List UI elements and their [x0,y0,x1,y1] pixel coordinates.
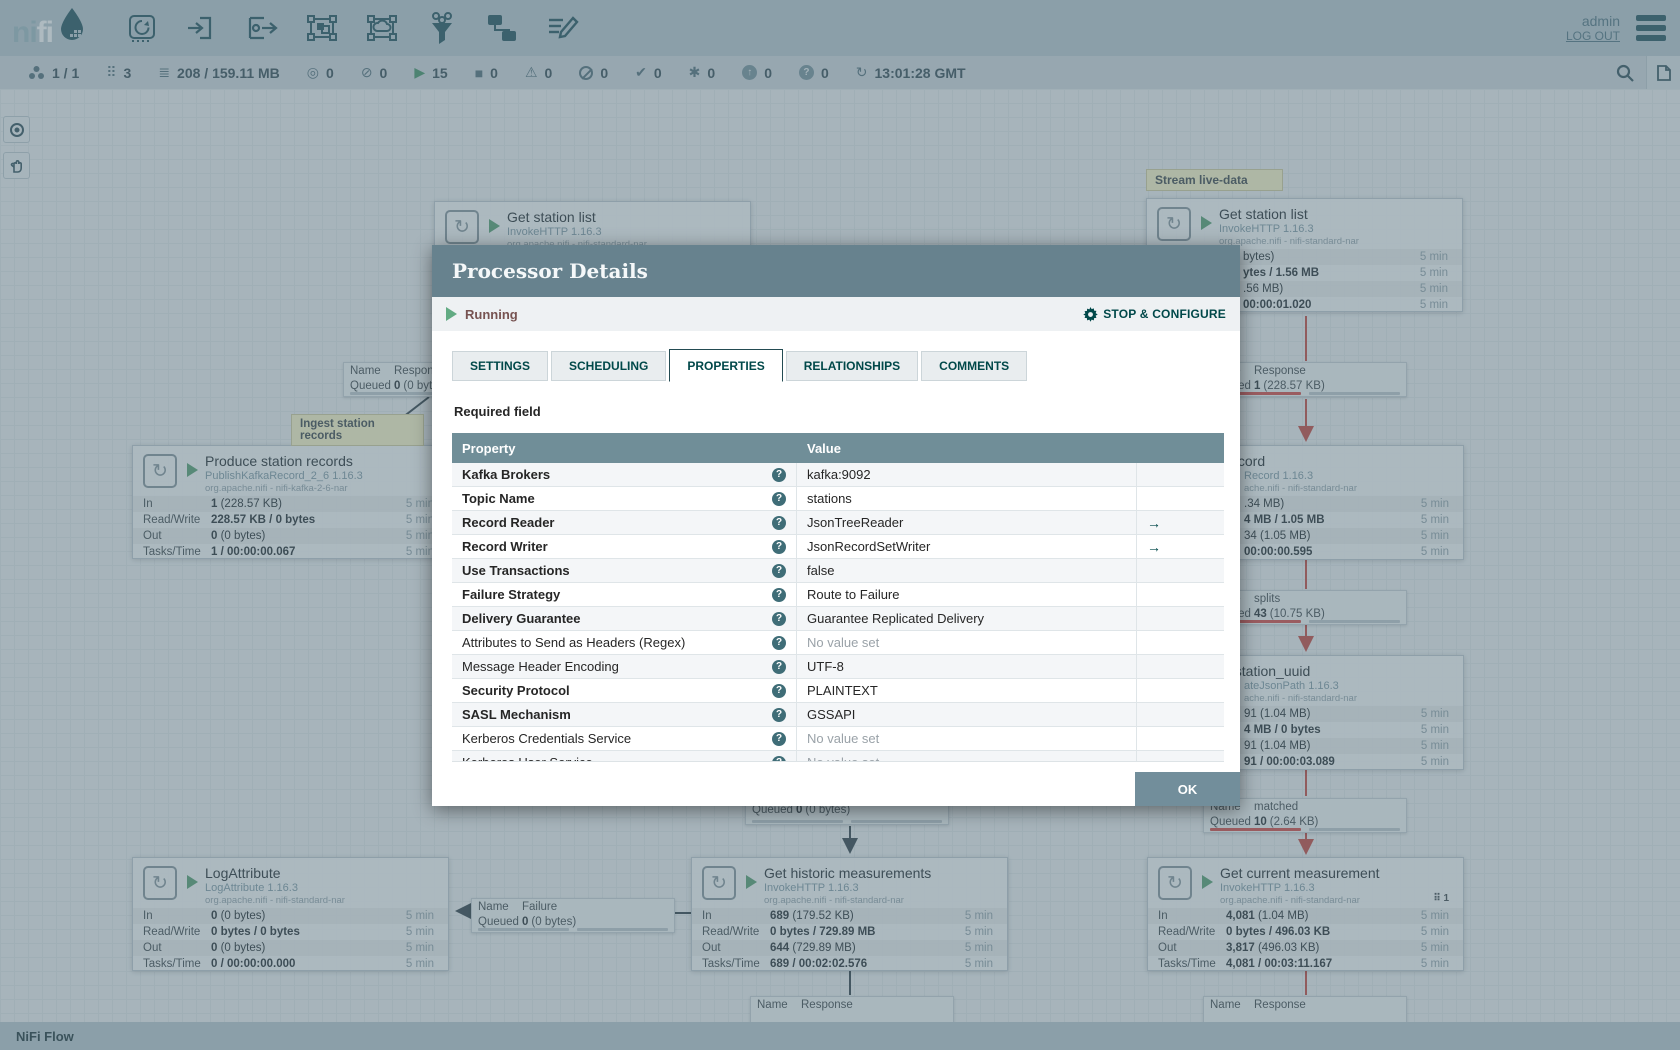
table-row[interactable]: Record Writer? JsonRecordSetWriter → [452,535,1224,559]
nifi-app: ni fi admin LOG OUT 1 / 1 ⠿ 3 ≣ 208 / 15… [0,0,1680,1050]
required-field-note: Required field [454,404,541,419]
table-row[interactable]: SASL Mechanism? GSSAPI [452,703,1224,727]
dialog-header: Processor Details [432,245,1240,297]
table-row[interactable]: Delivery Guarantee? Guarantee Replicated… [452,607,1224,631]
help-icon[interactable]: ? [772,731,786,746]
table-row[interactable]: Kerberos User Service? No value set [452,751,1224,761]
properties-table[interactable]: Property Value Kafka Brokers? kafka:9092… [452,433,1224,762]
table-header: Property Value [452,433,1224,463]
run-status-label: Running [465,306,518,322]
table-row[interactable]: Kerberos Credentials Service? No value s… [452,727,1224,751]
help-icon[interactable]: ? [772,755,786,761]
column-header-value: Value [807,440,841,456]
help-icon[interactable]: ? [772,635,786,650]
tab-relationships[interactable]: RELATIONSHIPS [785,351,919,381]
help-icon[interactable]: ? [772,515,786,530]
go-to-service-icon[interactable]: → [1147,515,1161,531]
help-icon[interactable]: ? [772,587,786,602]
table-row[interactable]: Security Protocol? PLAINTEXT [452,679,1224,703]
processor-details-dialog: Processor Details Running STOP & CONFIGU… [432,245,1240,806]
help-icon[interactable]: ? [772,659,786,674]
table-row[interactable]: Attributes to Send as Headers (Regex)? N… [452,631,1224,655]
table-row[interactable]: Failure Strategy? Route to Failure [452,583,1224,607]
dialog-tabs: SETTINGS SCHEDULING PROPERTIES RELATIONS… [452,348,1240,382]
column-header-property: Property [462,440,516,456]
table-row[interactable]: Record Reader? JsonTreeReader → [452,511,1224,535]
gear-icon [1083,306,1098,322]
running-indicator-icon [446,307,457,321]
dialog-status-row: Running STOP & CONFIGURE [432,297,1240,331]
table-row[interactable]: Kafka Brokers? kafka:9092 [452,463,1224,487]
help-icon[interactable]: ? [772,611,786,626]
ok-button[interactable]: OK [1135,772,1240,806]
tab-scheduling[interactable]: SCHEDULING [551,351,667,381]
go-to-service-icon[interactable]: → [1147,539,1161,555]
help-icon[interactable]: ? [772,539,786,554]
tab-properties[interactable]: PROPERTIES [669,349,783,382]
help-icon[interactable]: ? [772,563,786,578]
table-row[interactable]: Use Transactions? false [452,559,1224,583]
help-icon[interactable]: ? [772,467,786,482]
table-row[interactable]: Message Header Encoding? UTF-8 [452,655,1224,679]
tab-settings[interactable]: SETTINGS [452,351,549,381]
dialog-title: Processor Details [452,259,648,283]
tab-comments[interactable]: COMMENTS [921,351,1028,381]
stop-and-configure-button[interactable]: STOP & CONFIGURE [1083,306,1226,322]
help-icon[interactable]: ? [772,491,786,506]
help-icon[interactable]: ? [772,707,786,722]
table-row[interactable]: Topic Name? stations [452,487,1224,511]
help-icon[interactable]: ? [772,683,786,698]
